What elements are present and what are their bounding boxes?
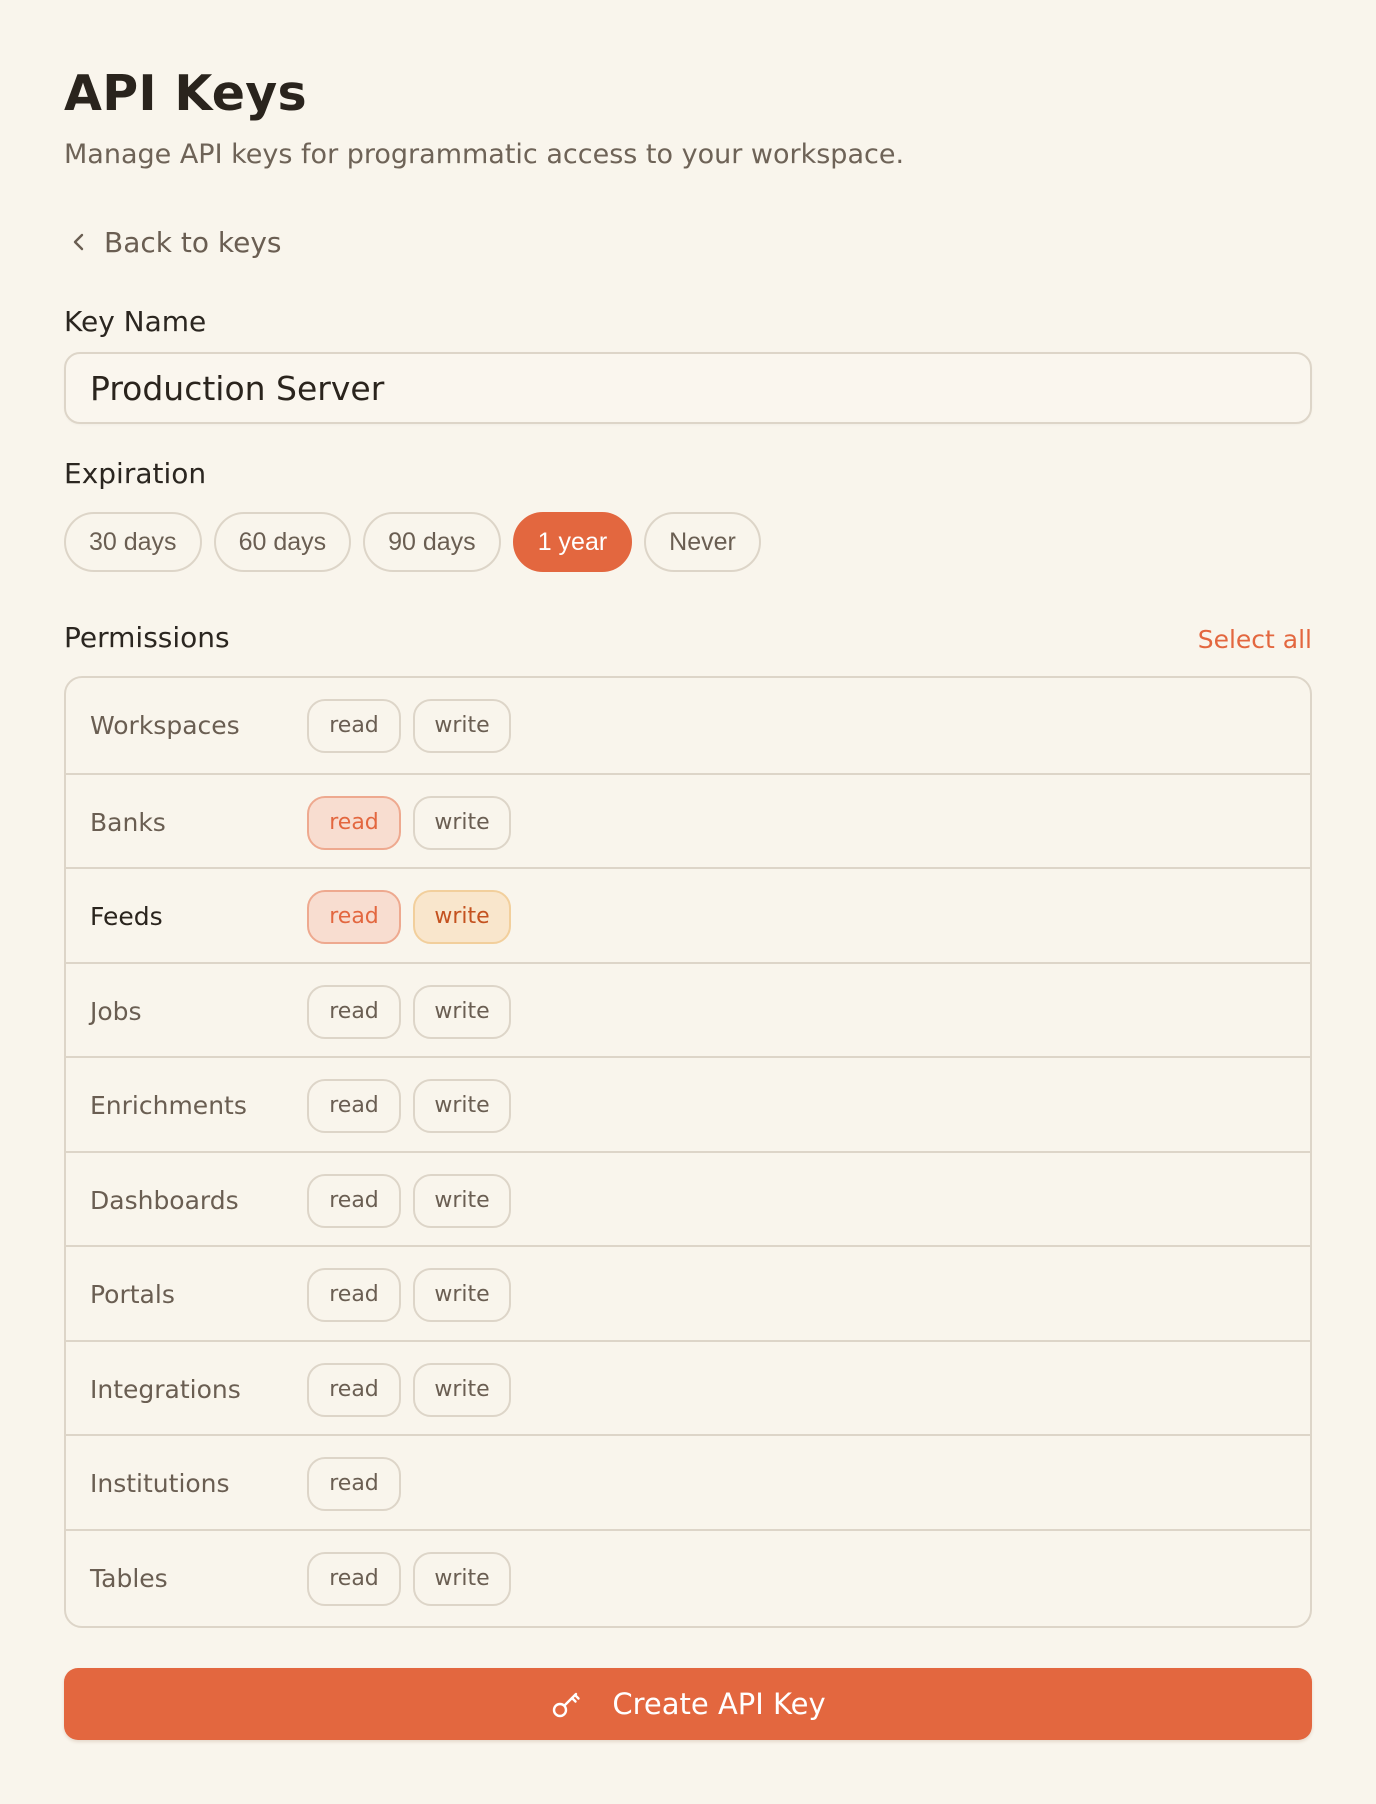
integrations-read-toggle[interactable]: read [307, 1362, 401, 1417]
permission-name: Institutions [90, 1469, 230, 1498]
permission-row-workspaces: Workspaces read write [66, 678, 1310, 773]
permission-name: Tables [90, 1564, 168, 1593]
key-icon [550, 1687, 584, 1721]
back-to-keys-link[interactable]: Back to keys [64, 224, 282, 260]
api-keys-page: API Keys Manage API keys for programmati… [0, 0, 1376, 1804]
jobs-read-toggle[interactable]: read [307, 984, 401, 1039]
workspaces-read-toggle[interactable]: read [307, 698, 401, 753]
page-title: API Keys [64, 65, 307, 122]
permission-row-tables: Tables read write [66, 1531, 1310, 1626]
permission-name: Jobs [90, 997, 142, 1026]
key-name-label: Key Name [64, 305, 207, 338]
expiration-option-60-days[interactable]: 60 days [213, 512, 352, 572]
enrichments-read-toggle[interactable]: read [307, 1078, 401, 1133]
banks-write-toggle[interactable]: write [413, 795, 511, 850]
permission-row-institutions: Institutions read [66, 1436, 1310, 1531]
permission-row-dashboards: Dashboards read write [66, 1153, 1310, 1248]
permissions-label: Permissions [64, 621, 230, 654]
permission-name: Feeds [90, 902, 163, 931]
permission-row-portals: Portals read write [66, 1247, 1310, 1342]
workspaces-write-toggle[interactable]: write [413, 698, 511, 753]
chevron-left-icon [64, 227, 94, 257]
permissions-table: Workspaces read write Banks read write F… [64, 676, 1312, 1628]
permission-name: Dashboards [90, 1186, 239, 1215]
jobs-write-toggle[interactable]: write [413, 984, 511, 1039]
expiration-label: Expiration [64, 457, 207, 490]
permission-row-enrichments: Enrichments read write [66, 1058, 1310, 1153]
permission-row-banks: Banks read write [66, 775, 1310, 870]
page-subtitle: Manage API keys for programmatic access … [64, 139, 905, 170]
expiration-option-30-days[interactable]: 30 days [64, 512, 202, 572]
tables-read-toggle[interactable]: read [307, 1551, 401, 1606]
expiration-option-never[interactable]: Never [644, 512, 761, 572]
permission-name: Banks [90, 808, 166, 837]
select-all-link[interactable]: Select all [1198, 622, 1312, 658]
portals-write-toggle[interactable]: write [413, 1267, 511, 1322]
dashboards-read-toggle[interactable]: read [307, 1173, 401, 1228]
key-name-input[interactable] [64, 352, 1312, 424]
permission-row-integrations: Integrations read write [66, 1342, 1310, 1437]
back-link-label: Back to keys [104, 225, 282, 259]
portals-read-toggle[interactable]: read [307, 1267, 401, 1322]
expiration-options: 30 days 60 days 90 days 1 year Never [64, 512, 761, 572]
permission-row-jobs: Jobs read write [66, 964, 1310, 1059]
permission-name: Integrations [90, 1375, 241, 1404]
expiration-option-1-year[interactable]: 1 year [512, 512, 633, 572]
permission-name: Workspaces [90, 711, 240, 740]
dashboards-write-toggle[interactable]: write [413, 1173, 511, 1228]
enrichments-write-toggle[interactable]: write [413, 1078, 511, 1133]
tables-write-toggle[interactable]: write [413, 1551, 511, 1606]
permission-row-feeds: Feeds read write [66, 869, 1310, 964]
banks-read-toggle[interactable]: read [307, 795, 401, 850]
permission-name: Portals [90, 1280, 175, 1309]
institutions-read-toggle[interactable]: read [307, 1456, 401, 1511]
feeds-read-toggle[interactable]: read [307, 889, 401, 944]
integrations-write-toggle[interactable]: write [413, 1362, 511, 1417]
expiration-option-90-days[interactable]: 90 days [363, 512, 501, 572]
permission-name: Enrichments [90, 1091, 247, 1120]
feeds-write-toggle[interactable]: write [413, 889, 511, 944]
create-api-key-button[interactable]: Create API Key [64, 1668, 1312, 1740]
create-button-label: Create API Key [612, 1687, 826, 1721]
